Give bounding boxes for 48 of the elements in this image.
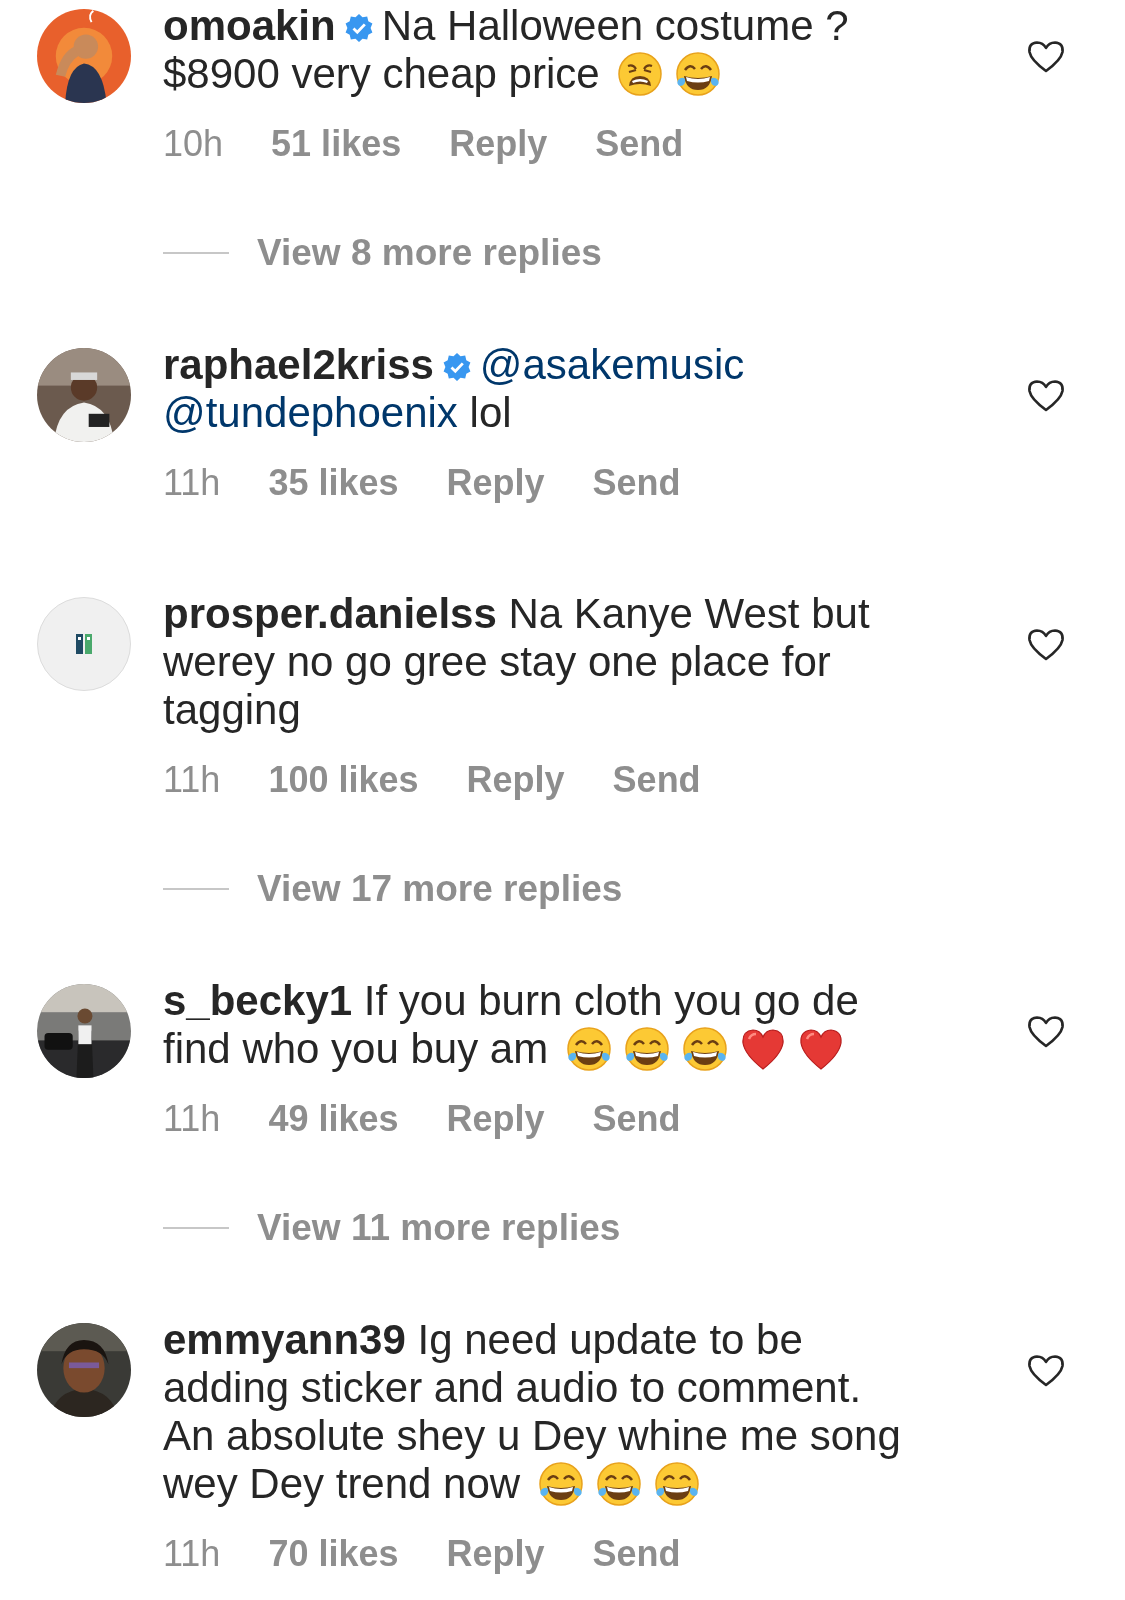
reply-button[interactable]: Reply bbox=[466, 760, 565, 800]
send-button[interactable]: Send bbox=[612, 760, 701, 800]
likes-button[interactable]: 100 likes bbox=[268, 760, 419, 800]
like-heart-icon[interactable] bbox=[1027, 379, 1065, 413]
view-replies-button[interactable]: View 17 more replies bbox=[257, 869, 623, 909]
comment-text: s_becky1 If you burn cloth you go de find who you buy am bbox=[163, 977, 860, 1073]
view-replies-button[interactable]: View 8 more replies bbox=[257, 233, 602, 273]
laughing-tears-emoji-icon bbox=[564, 1025, 613, 1073]
like-heart-icon[interactable] bbox=[1027, 628, 1065, 662]
mention-link[interactable]: @asakemusic bbox=[479, 341, 745, 388]
send-button[interactable]: Send bbox=[592, 463, 681, 503]
laughing-tears-emoji-icon bbox=[652, 1460, 701, 1508]
username-link[interactable]: omoakin bbox=[163, 2, 336, 49]
laughing-tears-emoji-icon bbox=[622, 1025, 671, 1073]
comment-text: emmyann39 Ig need update to be adding sticker and audio to comment. An absolute shey u Dey whine me song wey Dey trend now bbox=[163, 1316, 902, 1508]
like-heart-icon[interactable] bbox=[1027, 40, 1065, 74]
comment-time: 10h bbox=[163, 124, 224, 164]
likes-button[interactable]: 70 likes bbox=[268, 1534, 399, 1574]
laughing-tears-emoji-icon bbox=[536, 1460, 585, 1508]
comment-text: raphael2kriss @asakemusic @tundephoenix lol bbox=[163, 341, 746, 437]
username-link[interactable]: prosper.danielss bbox=[163, 590, 497, 637]
comment-time: 11h bbox=[163, 760, 221, 800]
send-button[interactable]: Send bbox=[592, 1534, 681, 1574]
comment-text: omoakin Na Halloween costume ? $8900 very cheap price bbox=[163, 2, 850, 98]
comment-text: prosper.danielss Na Kanye West but werey no go gree stay one place for tagging bbox=[163, 590, 871, 734]
like-heart-icon[interactable] bbox=[1027, 1015, 1065, 1049]
send-button[interactable]: Send bbox=[595, 124, 684, 164]
likes-button[interactable]: 51 likes bbox=[271, 124, 402, 164]
comment-time: 11h bbox=[163, 1099, 221, 1139]
username-link[interactable]: s_becky1 bbox=[163, 977, 353, 1024]
laughing-tears-emoji-icon bbox=[680, 1025, 729, 1073]
reply-button[interactable]: Reply bbox=[446, 1099, 545, 1139]
comment-time: 11h bbox=[163, 463, 221, 503]
mention-link[interactable]: @tundephoenix bbox=[163, 389, 458, 436]
reply-button[interactable]: Reply bbox=[446, 463, 545, 503]
reply-button[interactable]: Reply bbox=[449, 124, 548, 164]
username-link[interactable]: emmyann39 bbox=[163, 1316, 406, 1363]
username-link[interactable]: raphael2kriss bbox=[163, 341, 434, 388]
laughing-tears-emoji-icon bbox=[594, 1460, 643, 1508]
likes-button[interactable]: 35 likes bbox=[268, 463, 399, 503]
comment-time: 11h bbox=[163, 1534, 221, 1574]
like-heart-icon[interactable] bbox=[1027, 1354, 1065, 1388]
view-replies-button[interactable]: View 11 more replies bbox=[257, 1208, 621, 1248]
tired-face-emoji-icon bbox=[616, 50, 665, 98]
send-button[interactable]: Send bbox=[592, 1099, 681, 1139]
likes-button[interactable]: 49 likes bbox=[268, 1099, 399, 1139]
laughing-tears-emoji-icon bbox=[674, 50, 723, 98]
reply-button[interactable]: Reply bbox=[446, 1534, 545, 1574]
